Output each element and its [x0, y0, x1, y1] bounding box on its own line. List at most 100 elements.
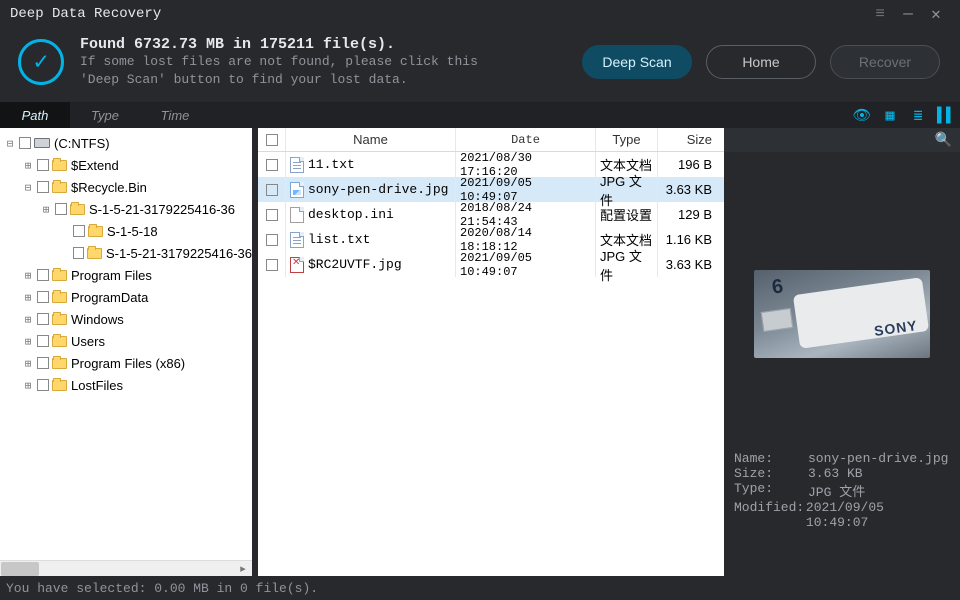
list-view-icon[interactable]: ≣ — [904, 102, 932, 128]
checkbox[interactable] — [37, 313, 49, 325]
expand-icon[interactable]: ⊞ — [22, 269, 34, 282]
checkbox[interactable] — [37, 291, 49, 303]
checkbox[interactable] — [73, 225, 85, 237]
text-file-icon — [290, 232, 304, 248]
expand-icon[interactable]: ⊞ — [22, 291, 34, 304]
checkbox[interactable] — [55, 203, 67, 215]
checkbox[interactable] — [37, 159, 49, 171]
checkbox[interactable] — [37, 379, 49, 391]
config-file-icon — [290, 207, 304, 223]
file-row[interactable]: list.txt 2020/08/14 18:18:12 文本文档 1.16 K… — [258, 227, 724, 252]
file-row[interactable]: desktop.ini 2018/08/24 21:54:43 配置设置 129… — [258, 202, 724, 227]
image-file-icon — [290, 182, 304, 198]
tree-item[interactable]: ⊞ProgramData — [0, 286, 252, 308]
expand-icon[interactable]: ⊞ — [22, 357, 34, 370]
status-text: You have selected: 0.00 MB in 0 file(s). — [6, 581, 318, 596]
checkmark-icon: ✓ — [18, 39, 64, 85]
tree-horizontal-scrollbar[interactable]: ▸ — [0, 560, 252, 576]
checkbox[interactable] — [266, 184, 278, 196]
file-list-header: Name Date Type Size — [258, 128, 724, 152]
checkbox[interactable] — [37, 335, 49, 347]
checkbox[interactable] — [37, 181, 49, 193]
checkbox[interactable] — [266, 159, 278, 171]
scan-summary: Found 6732.73 MB in 175211 file(s). If s… — [80, 36, 566, 88]
view-tabstrip: Path Type Time 👁 ▦ ≣ ▌▌ — [0, 102, 960, 128]
blank — [58, 247, 70, 260]
main-area: ⊟ (C:NTFS) ⊞$Extend ⊟$Recycle.Bin ⊞S-1-5… — [0, 128, 960, 576]
folder-icon — [52, 314, 67, 325]
tree-item[interactable]: ⊞Users — [0, 330, 252, 352]
status-bar: You have selected: 0.00 MB in 0 file(s). — [0, 576, 960, 600]
found-line: Found 6732.73 MB in 175211 file(s). — [80, 36, 566, 53]
checkbox[interactable] — [266, 234, 278, 246]
tree-item[interactable]: ⊞LostFiles — [0, 374, 252, 396]
detail-view-icon[interactable]: ▌▌ — [932, 102, 960, 128]
column-name[interactable]: Name — [286, 128, 456, 151]
home-button[interactable]: Home — [706, 45, 816, 79]
column-size[interactable]: Size — [658, 128, 716, 151]
file-list: Name Date Type Size 11.txt 2021/08/30 17… — [258, 128, 724, 576]
folder-icon — [52, 358, 67, 369]
checkbox[interactable] — [37, 269, 49, 281]
file-row-selected[interactable]: sony-pen-drive.jpg 2021/09/05 10:49:07 J… — [258, 177, 724, 202]
tree-item[interactable]: S-1-5-21-3179225416-36 — [0, 242, 252, 264]
expand-icon[interactable]: ⊞ — [40, 203, 52, 216]
menu-icon[interactable]: ≡ — [866, 5, 894, 23]
recover-button[interactable]: Recover — [830, 45, 940, 79]
app-title: Deep Data Recovery — [10, 6, 161, 22]
folder-icon — [87, 248, 102, 259]
tab-path[interactable]: Path — [0, 102, 70, 128]
preview-panel: 🔍 6 SONY Name:sony-pen-drive.jpg Size:3.… — [724, 128, 960, 576]
folder-icon — [70, 204, 85, 215]
drive-icon — [34, 138, 50, 148]
hint-line-1: If some lost files are not found, please… — [80, 53, 566, 71]
grid-view-icon[interactable]: ▦ — [876, 102, 904, 128]
tree-item[interactable]: ⊞S-1-5-21-3179225416-36 — [0, 198, 252, 220]
corrupt-file-icon — [290, 257, 304, 273]
close-button[interactable]: ✕ — [922, 4, 950, 24]
column-date[interactable]: Date — [456, 128, 596, 151]
header: ✓ Found 6732.73 MB in 175211 file(s). If… — [0, 28, 960, 102]
tab-type[interactable]: Type — [70, 102, 140, 128]
folder-icon — [52, 292, 67, 303]
checkbox[interactable] — [37, 357, 49, 369]
tree-root[interactable]: ⊟ (C:NTFS) — [0, 132, 252, 154]
title-bar: Deep Data Recovery ≡ — ✕ — [0, 0, 960, 28]
expand-icon[interactable]: ⊞ — [22, 335, 34, 348]
tree-item[interactable]: ⊞$Extend — [0, 154, 252, 176]
tab-time[interactable]: Time — [140, 102, 210, 128]
file-row[interactable]: $RC2UVTF.jpg 2021/09/05 10:49:07 JPG 文件 … — [258, 252, 724, 277]
blank — [58, 225, 70, 238]
expand-icon[interactable]: ⊞ — [22, 313, 34, 326]
search-bar[interactable]: 🔍 — [724, 128, 960, 152]
text-file-icon — [290, 157, 304, 173]
preview-metadata: Name:sony-pen-drive.jpg Size:3.63 KB Typ… — [734, 451, 950, 530]
folder-icon — [52, 182, 67, 193]
deep-scan-button[interactable]: Deep Scan — [582, 45, 692, 79]
folder-icon — [52, 160, 67, 171]
checkbox[interactable] — [73, 247, 85, 259]
minimize-button[interactable]: — — [894, 5, 922, 23]
collapse-icon[interactable]: ⊟ — [4, 137, 16, 150]
collapse-icon[interactable]: ⊟ — [22, 181, 34, 194]
column-type[interactable]: Type — [596, 128, 658, 151]
expand-icon[interactable]: ⊞ — [22, 159, 34, 172]
tree-item[interactable]: ⊟$Recycle.Bin — [0, 176, 252, 198]
folder-icon — [88, 226, 103, 237]
file-row[interactable]: 11.txt 2021/08/30 17:16:20 文本文档 196 B — [258, 152, 724, 177]
hint-line-2: 'Deep Scan' button to find your lost dat… — [80, 71, 566, 89]
checkbox[interactable] — [266, 209, 278, 221]
checkbox[interactable] — [266, 259, 278, 271]
tree-item[interactable]: S-1-5-18 — [0, 220, 252, 242]
select-all-checkbox[interactable] — [266, 134, 278, 146]
folder-icon — [52, 380, 67, 391]
tree-item[interactable]: ⊞Program Files — [0, 264, 252, 286]
checkbox[interactable] — [19, 137, 31, 149]
expand-icon[interactable]: ⊞ — [22, 379, 34, 392]
folder-tree[interactable]: ⊟ (C:NTFS) ⊞$Extend ⊟$Recycle.Bin ⊞S-1-5… — [0, 128, 252, 576]
search-icon[interactable]: 🔍 — [935, 132, 952, 149]
tree-item[interactable]: ⊞Program Files (x86) — [0, 352, 252, 374]
preview-toggle-icon[interactable]: 👁 — [848, 102, 876, 128]
folder-icon — [52, 270, 67, 281]
tree-item[interactable]: ⊞Windows — [0, 308, 252, 330]
